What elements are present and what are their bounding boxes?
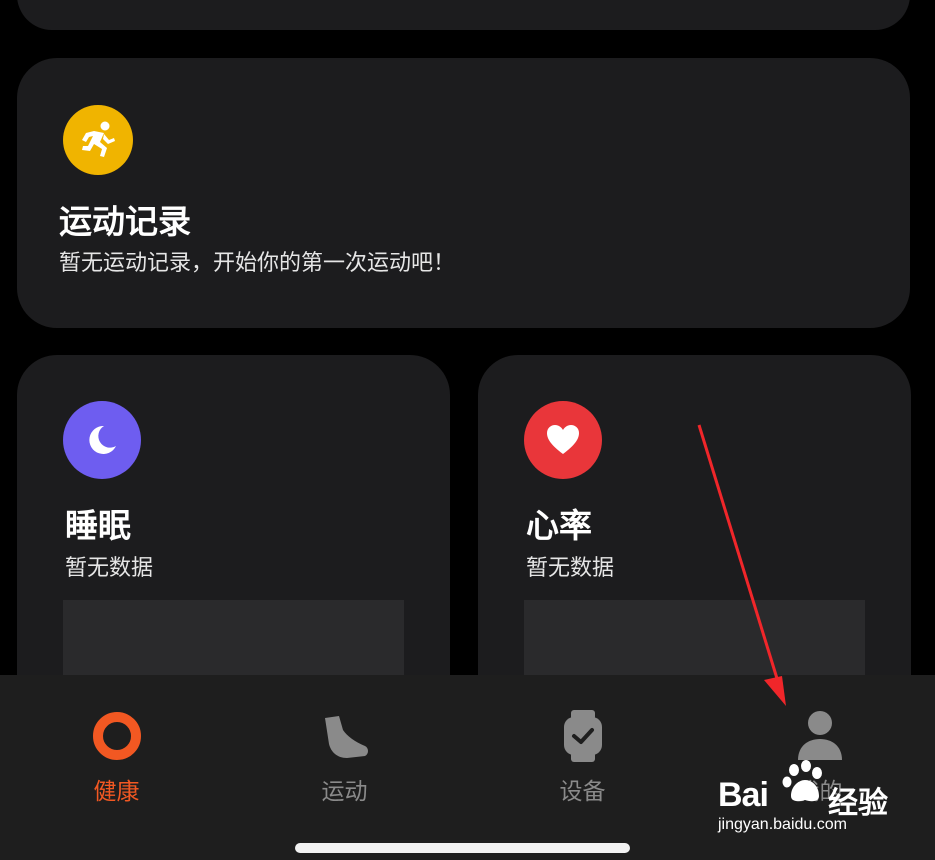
workout-record-title: 运动记录: [59, 202, 191, 241]
person-icon: [792, 708, 848, 764]
heart-rate-title: 心率: [526, 506, 592, 545]
sleep-card[interactable]: 睡眠 暂无数据: [17, 355, 450, 720]
paw-icon: [782, 760, 822, 802]
sleep-subtitle: 暂无数据: [65, 556, 154, 581]
ring-icon: [89, 708, 145, 764]
top-card-partial[interactable]: [17, 0, 910, 30]
shoe-icon: [317, 708, 373, 764]
watermark-brand: Bai: [718, 776, 769, 814]
tab-device[interactable]: 设备: [466, 675, 699, 825]
heart-icon: [524, 401, 602, 479]
baidu-jingyan-watermark: Bai 经验 jingyan.baidu.com: [718, 758, 918, 848]
sleep-title: 睡眠: [65, 506, 131, 545]
home-indicator: [295, 843, 630, 853]
workout-record-subtitle: 暂无运动记录，开始你的第一次运动吧！: [59, 251, 456, 276]
moon-icon: [63, 401, 141, 479]
heart-rate-subtitle: 暂无数据: [526, 556, 615, 581]
tab-exercise[interactable]: 运动: [228, 675, 461, 825]
tab-device-label: 设备: [559, 779, 606, 805]
tab-health-label: 健康: [93, 779, 140, 805]
heart-rate-card[interactable]: 心率 暂无数据: [478, 355, 911, 720]
watch-icon: [555, 708, 611, 764]
tab-exercise-label: 运动: [321, 779, 368, 805]
running-icon: [63, 105, 133, 175]
tab-health[interactable]: 健康: [0, 675, 233, 825]
workout-record-card[interactable]: 运动记录 暂无运动记录，开始你的第一次运动吧！: [17, 58, 910, 328]
watermark-url: jingyan.baidu.com: [718, 816, 847, 833]
